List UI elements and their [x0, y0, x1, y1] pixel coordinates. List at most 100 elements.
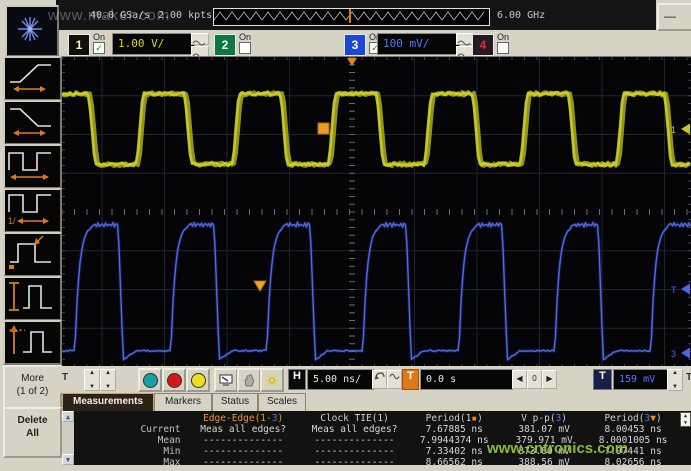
trigger-position-marker-left: T: [62, 372, 68, 383]
delete-label-line2: All: [5, 427, 60, 440]
measurements-spinner[interactable]: ▲ ▼: [680, 412, 691, 427]
trigger-level-button[interactable]: T: [593, 369, 612, 390]
tab-scales[interactable]: Scales: [258, 393, 306, 411]
waveform-display: 1 T 3: [62, 56, 691, 367]
more-label-line2: (1 of 2): [5, 385, 60, 398]
measure-overshoot-button[interactable]: [3, 232, 62, 277]
channel-1-on-label: On: [93, 32, 105, 42]
results-tab-bar: Measurements Markers Status Scales: [62, 393, 691, 411]
touch-button[interactable]: [237, 368, 261, 392]
channel-2-on-label: On: [239, 32, 251, 42]
more-measurements-button[interactable]: More (1 of 2): [3, 365, 62, 412]
horizontal-menu-button[interactable]: H: [288, 369, 306, 390]
tab-status[interactable]: Status: [212, 393, 258, 411]
tab-markers[interactable]: Markers: [154, 393, 212, 411]
one-over-label: 1/: [8, 216, 16, 226]
watermark-bottom: www.cntronics.com: [487, 440, 628, 457]
position-left-button[interactable]: ◀: [512, 370, 527, 389]
measurements-scrollbar[interactable]: ▲ ▼: [62, 411, 74, 465]
scroll-up-icon[interactable]: ▲: [62, 411, 74, 422]
trigger-source-button[interactable]: T: [402, 369, 419, 390]
measure-rise-time-button[interactable]: [3, 56, 62, 101]
overshoot-icon: [5, 234, 56, 271]
sine-wave-icon: [389, 371, 400, 382]
measurements-row-current: CurrentMeas all edges?Meas all edges?7.6…: [75, 424, 679, 435]
marker-yellow-button[interactable]: [186, 368, 210, 392]
oscilloscope-screen: 40.0 GSa/s 2.00 kpts 6.00 GHz — 1 On ✓ 1…: [0, 0, 691, 471]
position-zero-button[interactable]: 0: [527, 370, 542, 389]
hand-icon: [242, 374, 256, 387]
measure-v-amplitude-button[interactable]: [3, 276, 62, 321]
trigger-time-marker[interactable]: [347, 58, 357, 66]
channel-3-trace: [62, 222, 691, 360]
channel-1-scale-field[interactable]: 1.00 V/: [112, 33, 195, 55]
channel-2-checkbox[interactable]: [239, 42, 251, 54]
scroll-down-icon[interactable]: ▼: [62, 454, 74, 465]
channel-2-button[interactable]: 2: [214, 34, 236, 56]
trigger-level-spinner[interactable]: ▲ ▼: [667, 369, 683, 391]
teal-circle-icon: [143, 373, 158, 388]
svg-text:3: 3: [671, 349, 676, 359]
channel-2-on-group: On: [239, 32, 257, 54]
trigger-level-down-icon[interactable]: ▼: [672, 384, 678, 390]
meas-spin-up-icon[interactable]: ▲: [684, 413, 687, 419]
period-1-marker[interactable]: [318, 123, 329, 134]
undo-arrow-icon: [374, 371, 385, 382]
brightness-button[interactable]: [260, 368, 284, 392]
horizontal-trigger-toolbar: T ▲ ▼ ▲ ▼ H 5.00 ns/ T 0.0 s ◀ 0: [56, 366, 691, 393]
channel-3-scale-field[interactable]: 100 mV/: [377, 33, 460, 55]
timebase-field[interactable]: 5.00 ns/: [307, 369, 374, 390]
channel-3-coupling-buttons: [456, 33, 472, 55]
channel-1-on-group: On ✓: [93, 32, 111, 54]
channel-1-ac-icon[interactable]: [191, 33, 209, 45]
trigger-position-field[interactable]: 0.0 s: [420, 369, 513, 390]
channel-3-button[interactable]: 3: [344, 34, 366, 56]
spinner-b-up-icon[interactable]: ▲: [105, 370, 111, 376]
channel-1-checkbox[interactable]: ✓: [93, 42, 105, 54]
svg-text:1: 1: [671, 125, 676, 135]
rise-time-icon: [5, 58, 56, 95]
meas-spin-down-icon[interactable]: ▼: [684, 420, 687, 426]
col-clock-tie: Clock TIE(1): [302, 413, 408, 424]
measure-v-top-button[interactable]: [3, 320, 62, 365]
fine-adjust-button[interactable]: [387, 370, 402, 389]
waveform-grid: 1 T 3: [62, 57, 691, 367]
measure-period-button[interactable]: [3, 144, 62, 189]
undo-zoom-button[interactable]: [372, 370, 387, 389]
col-period-1: Period(1▪): [407, 413, 501, 424]
svg-text:T: T: [671, 285, 677, 295]
channel-4-on-group: On: [497, 32, 515, 54]
marker-red-button[interactable]: [162, 368, 186, 392]
window-minimize-button[interactable]: —: [657, 3, 691, 31]
vertical-spinner-b[interactable]: ▲ ▼: [100, 369, 116, 391]
col-period-3: Period(3▼): [587, 413, 679, 424]
measurements-row-max: Max----------------------------8.66562 n…: [75, 457, 679, 468]
bandwidth-readout: 6.00 GHz: [497, 10, 545, 21]
more-label-line1: More: [5, 372, 60, 385]
channel-4-checkbox[interactable]: [497, 42, 509, 54]
delete-all-button[interactable]: Delete All: [3, 407, 62, 458]
measure-frequency-button[interactable]: 1/: [3, 188, 62, 233]
acquisition-waveform-icon: [214, 9, 487, 23]
vertical-spinner-a[interactable]: ▲ ▼: [84, 369, 100, 391]
spinner-b-down-icon[interactable]: ▼: [105, 384, 111, 390]
watermark-top: www.maker.com: [48, 7, 170, 24]
trigger-position-marker-right: T: [686, 372, 691, 383]
channel-1-trace: [62, 92, 690, 166]
tab-measurements[interactable]: Measurements: [62, 393, 154, 411]
acquisition-preview-bar: [213, 8, 490, 26]
channel-4-on-label: On: [497, 32, 509, 42]
channel-1-coupling-buttons: [191, 33, 207, 55]
measure-fall-time-button[interactable]: [3, 100, 62, 145]
spinner-a-up-icon[interactable]: ▲: [89, 370, 95, 376]
trigger-level-up-icon[interactable]: ▲: [672, 370, 678, 376]
spinner-a-down-icon[interactable]: ▼: [89, 384, 95, 390]
position-right-button[interactable]: ▶: [542, 370, 557, 389]
marker-teal-button[interactable]: [138, 368, 162, 392]
channel-4-button[interactable]: 4: [472, 34, 494, 56]
display-icon: [219, 374, 233, 387]
trigger-level-field[interactable]: 159 mV: [613, 369, 668, 390]
display-settings-button[interactable]: [214, 368, 238, 392]
channel-1-button[interactable]: 1: [68, 34, 90, 56]
v-top-icon: [5, 322, 56, 359]
